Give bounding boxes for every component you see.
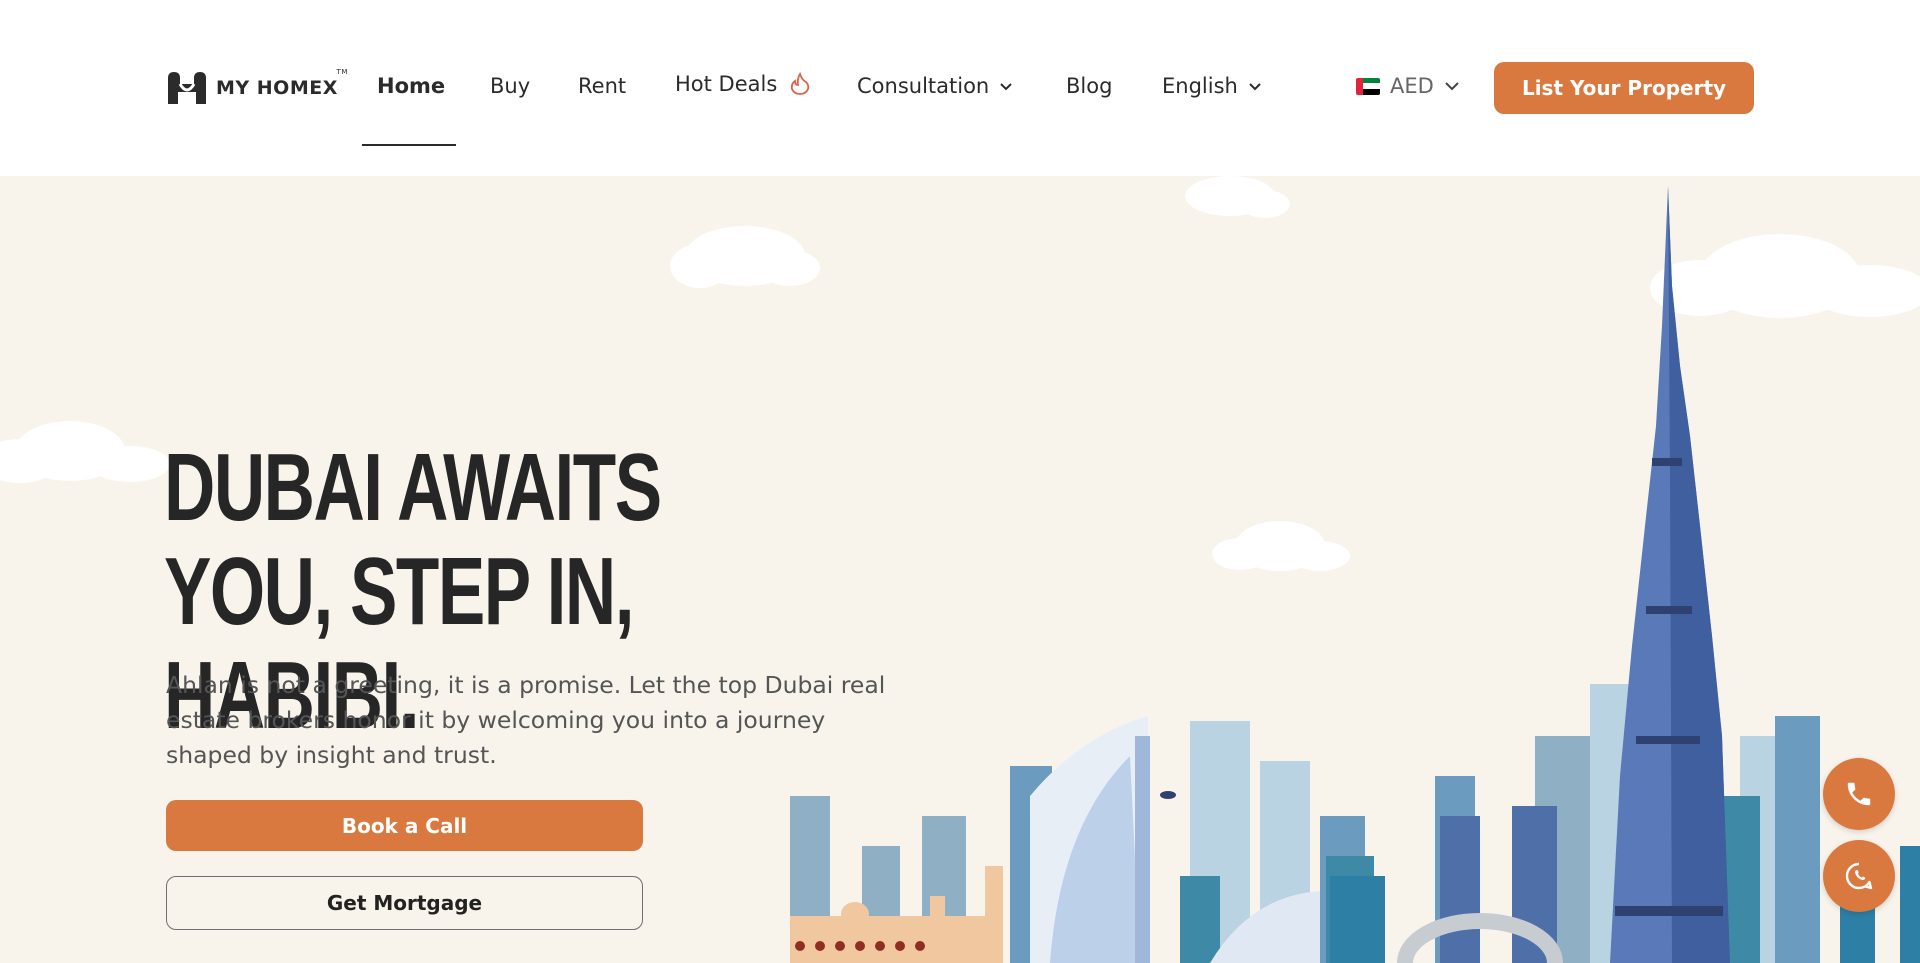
nav-consultation[interactable]: Consultation	[857, 74, 1013, 98]
nav-blog-label: Blog	[1066, 74, 1113, 98]
nav-language[interactable]: English	[1162, 74, 1262, 98]
brand-name: MY HOMEX TM	[216, 68, 348, 99]
cloud	[0, 421, 170, 483]
whatsapp-button[interactable]	[1823, 840, 1895, 912]
nav-hot-deals-label: Hot Deals	[675, 72, 778, 96]
nav-blog[interactable]: Blog	[1066, 74, 1112, 98]
book-a-call-button[interactable]: Book a Call	[166, 800, 643, 851]
cloud	[1650, 234, 1920, 318]
hero-subtitle: Ahlan is not a greeting, it is a promise…	[166, 671, 886, 769]
currency-value: AED	[1390, 74, 1434, 98]
logo[interactable]: MY HOMEX TM	[166, 68, 348, 106]
nav-rent-label: Rent	[578, 74, 627, 98]
trademark-mark: TM	[336, 68, 348, 76]
cloud	[1212, 521, 1350, 571]
site-header: MY HOMEX TM Home Buy Rent Hot Deals Cons…	[0, 0, 1920, 176]
chevron-down-icon	[1445, 82, 1459, 91]
uae-flag-icon	[1356, 77, 1380, 95]
list-your-property-button[interactable]: List Your Property	[1494, 62, 1754, 114]
nav-home-label: Home	[377, 74, 446, 98]
chevron-down-icon	[1000, 82, 1012, 90]
nav-rent[interactable]: Rent	[578, 74, 626, 98]
get-mortgage-button[interactable]: Get Mortgage	[166, 876, 643, 930]
homex-logo-icon	[168, 72, 206, 104]
nav-buy-label: Buy	[490, 74, 531, 98]
cloud	[1185, 176, 1290, 218]
flame-icon	[791, 72, 810, 95]
active-nav-underline	[362, 144, 456, 146]
phone-call-button[interactable]	[1823, 758, 1895, 830]
nav-consultation-label: Consultation	[857, 74, 990, 98]
whatsapp-icon	[1845, 862, 1873, 890]
currency-selector[interactable]: AED	[1356, 74, 1460, 98]
phone-icon	[1847, 782, 1871, 806]
nav-hot-deals[interactable]: Hot Deals	[675, 72, 811, 96]
nav-buy[interactable]: Buy	[490, 74, 530, 98]
nav-home[interactable]: Home	[377, 74, 445, 98]
chevron-down-icon	[1249, 82, 1261, 90]
cloud	[670, 226, 820, 288]
nav-language-label: English	[1162, 74, 1238, 98]
